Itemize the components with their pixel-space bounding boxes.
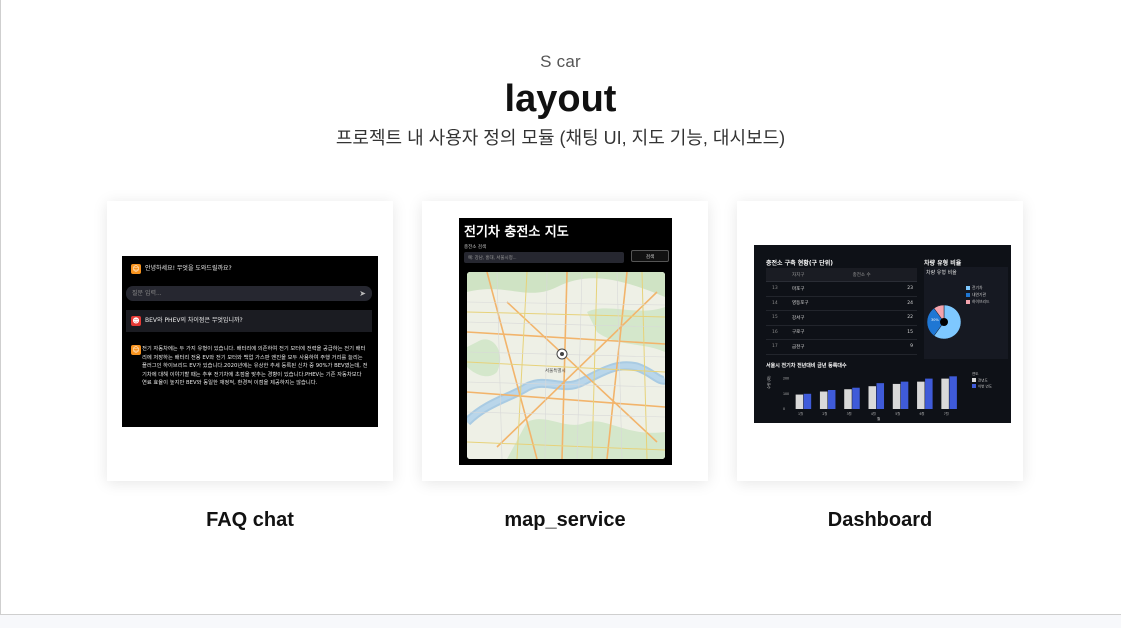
bar-x-tick-label: 1월 (798, 411, 803, 416)
table-header: 자치구 (791, 268, 852, 282)
faq-question-input: 질문 입력... ➤ (126, 286, 372, 301)
bar-x-axis-label: 월 (877, 416, 880, 421)
bar-y-axis-label: 수량 (대) (766, 375, 771, 389)
faq-chat-card[interactable]: ☺ 안녕하세요! 무엇을 도와드릴까요? 질문 입력... ➤ ☻ BEV와 P… (107, 201, 393, 481)
bar-legend-label: 전년도 (978, 378, 988, 383)
map-service-preview: 전기차 충전소 지도 충전소 검색 예: 강남, 홍대, 서울시청... 검색 (459, 218, 672, 465)
bot-greeting-text: 안녕하세요! 무엇을 도와드릴까요? (145, 265, 232, 272)
bar-legend-title: 연도 (972, 371, 979, 376)
bar-y-tick-label: 0 (783, 407, 785, 411)
table-row: 13 마포구 23 (766, 281, 917, 297)
user-question-message: ☻ BEV와 PHEV의 차이점은 무엇입니까? (131, 316, 243, 326)
bar-mark (925, 378, 933, 409)
bot-avatar-icon: ☺ (131, 345, 141, 355)
pie-data-label: 30% (931, 318, 939, 322)
bot-greeting-message: ☺ 안녕하세요! 무엇을 도와드릴까요? (131, 264, 232, 274)
pie-legend-item: 하이브리드 (966, 299, 989, 305)
vehicle-type-pie-chart: 30% (926, 304, 962, 340)
map-service-card[interactable]: 전기차 충전소 지도 충전소 검색 예: 강남, 홍대, 서울시청... 검색 (422, 201, 708, 481)
map-search-input: 예: 강남, 홍대, 서울시청... (464, 252, 624, 263)
bar-x-tick-label: 5월 (895, 411, 900, 416)
bar-mark (917, 381, 925, 409)
bar-legend-label: 이번 년도 (978, 384, 993, 389)
table-row: 14 영등포구 24 (766, 296, 917, 311)
table-row: 15 강서구 22 (766, 310, 917, 326)
table-header: 충전소 수 (851, 268, 917, 282)
dashboard-label[interactable]: Dashboard (737, 509, 1023, 532)
bar-mark (844, 389, 852, 409)
pie-legend-item: 내연기관 (966, 292, 986, 298)
page-eyebrow: S car (540, 52, 581, 71)
map-illustration (467, 272, 665, 459)
bar-x-tick-label: 3월 (847, 411, 852, 416)
bot-answer-text: 전기 자동차에는 두 가지 유형이 있습니다. 배터리에 의존하여 전기 모터에… (142, 346, 368, 387)
bar-mark (819, 391, 828, 409)
pie-panel: 차량 유형 비율 30% 전기차 내연기관 하이브리드 (924, 267, 1008, 359)
bar-mark (827, 390, 836, 409)
bar-x-tick-label: 6월 (919, 411, 924, 416)
bar-mark (876, 383, 885, 409)
faq-chat-label[interactable]: FAQ chat (107, 509, 393, 532)
bar-mark (803, 393, 812, 409)
bar-mark (868, 386, 877, 409)
bar-mark (941, 378, 949, 409)
send-icon: ➤ (359, 289, 366, 298)
faq-input-placeholder: 질문 입력... (132, 290, 162, 297)
station-table: 자치구 충전소 수 13 마포구 23 14 영등포구 24 15 강서구 22 16 구로구… (766, 268, 917, 355)
map-search-button: 검색 (631, 250, 669, 262)
map-preview-title: 전기차 충전소 지도 (464, 225, 569, 240)
map-place-label: 서울특별시 (545, 369, 566, 374)
bar-y-tick-label: 200 (783, 377, 789, 381)
registration-bar-chart: 수량 (대) 0 100 200 1월 2월 3월 4월 5월 6월 7월월 연도전년도이번 년도 (766, 371, 993, 421)
user-question-text: BEV와 PHEV의 차이점은 무엇입니까? (145, 317, 243, 324)
table-row: 17 금천구 9 (766, 339, 917, 355)
table-row: 16 구로구 15 (766, 325, 917, 340)
bar-x-tick-label: 7월 (944, 411, 949, 416)
dash-table-title: 충전소 구축 현황(구 단위) (766, 260, 833, 267)
dashboard-preview: 충전소 구축 현황(구 단위) 자치구 충전소 수 13 마포구 23 14 영등포구… (754, 245, 1011, 423)
pie-legend-item: 전기차 (966, 285, 982, 291)
bar-panel: 서울시 전기차 전년대비 금년 등록대수 수량 (대) 0 100 200 1월 2월 3월… (766, 361, 1008, 421)
bar-legend-swatch (972, 378, 976, 382)
bar-mark (795, 394, 804, 409)
map-search-label: 충전소 검색 (464, 245, 487, 250)
bar-mark (900, 381, 909, 409)
page-title: layout (504, 78, 617, 120)
dashboard-card[interactable]: 충전소 구축 현황(구 단위) 자치구 충전소 수 13 마포구 23 14 영등포구… (737, 201, 1023, 481)
faq-chat-preview: ☺ 안녕하세요! 무엇을 도와드릴까요? 질문 입력... ➤ ☻ BEV와 P… (122, 256, 378, 427)
page-subtitle: 프로젝트 내 사용자 정의 모듈 (채팅 UI, 지도 기능, 대시보드) (335, 128, 786, 148)
bar-mark (892, 383, 901, 409)
bar-mark (949, 376, 957, 409)
pie-center-hole (940, 318, 948, 326)
bar-x-tick-label: 2월 (822, 411, 827, 416)
user-avatar-icon: ☻ (131, 316, 141, 326)
dash-pie-title: 차량 유형 비율 (924, 260, 962, 267)
bot-avatar-icon: ☺ (131, 264, 141, 274)
seoul-map: 서울특별시 (467, 272, 665, 459)
bar-legend-swatch (972, 384, 976, 388)
map-service-label[interactable]: map_service (422, 509, 708, 532)
bar-mark (852, 387, 860, 409)
bar-x-tick-label: 4월 (871, 411, 876, 416)
page-header: S car layout 프로젝트 내 사용자 정의 모듈 (채팅 UI, 지도… (0, 52, 1121, 150)
bar-y-tick-label: 100 (783, 392, 789, 396)
